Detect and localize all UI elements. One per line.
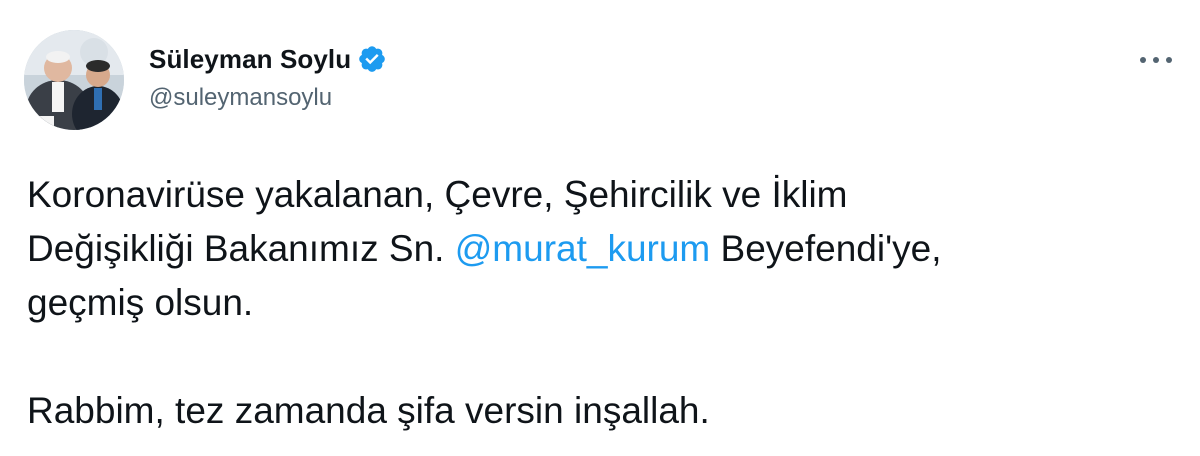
tweet-line: Rabbim, tez zamanda şifa versin inşallah… <box>27 390 710 431</box>
tweet-text-segment: Değişikliği Bakanımız Sn. <box>27 228 455 269</box>
author-display-name[interactable]: Süleyman Soylu <box>149 44 351 75</box>
tweet-line: geçmiş olsun. <box>27 282 254 323</box>
mention-link[interactable]: @murat_kurum <box>455 228 711 269</box>
tweet-text-segment: Beyefendi'ye, <box>710 228 942 269</box>
tweet-line: Koronavirüse yakalanan, Çevre, Şehircili… <box>27 174 848 215</box>
tweet-line: Değişikliği Bakanımız Sn. @murat_kurum B… <box>27 222 1177 276</box>
avatar-photo <box>24 30 124 130</box>
tweet-card: Süleyman Soylu @suleymansoylu Koronavirü… <box>0 0 1200 456</box>
more-options-icon[interactable] <box>1140 46 1172 74</box>
verified-badge-icon <box>357 44 387 74</box>
tweet-text: Koronavirüse yakalanan, Çevre, Şehircili… <box>27 168 1177 438</box>
author-name-row: Süleyman Soylu <box>149 42 387 76</box>
avatar[interactable] <box>24 30 124 130</box>
author-handle[interactable]: @suleymansoylu <box>149 84 332 112</box>
